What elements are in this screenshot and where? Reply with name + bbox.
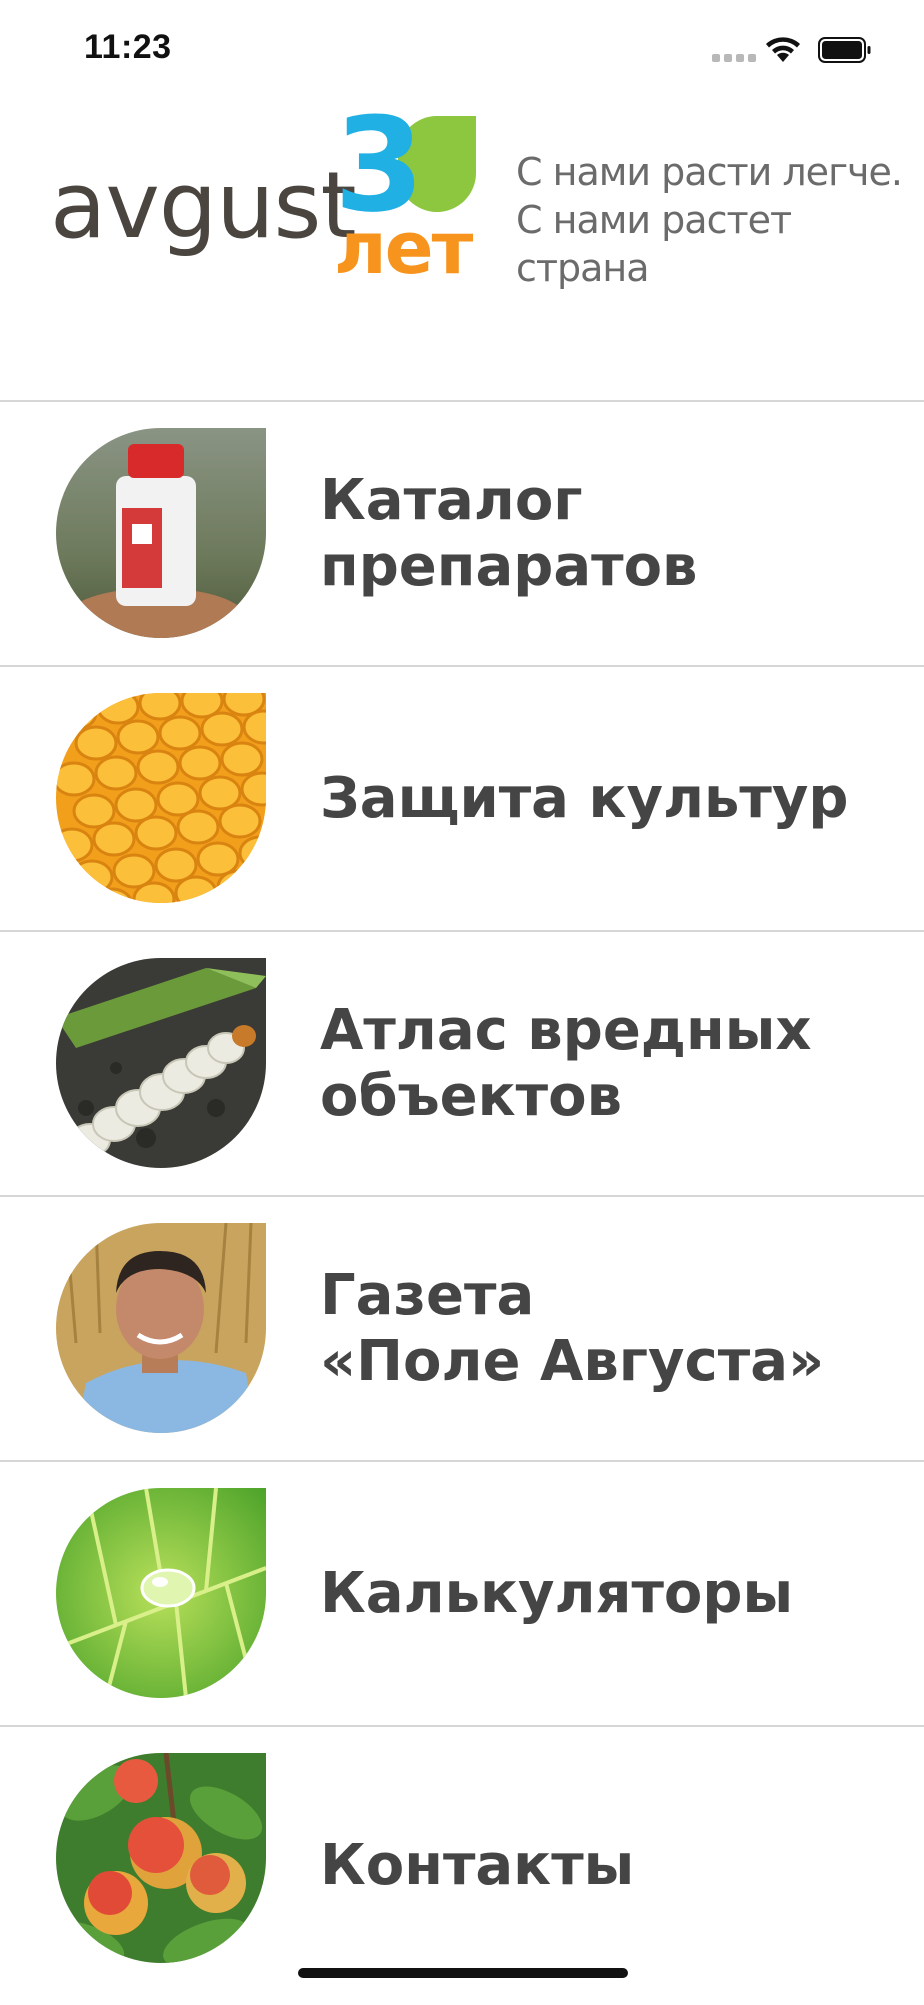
man-in-field-image [56,1223,266,1433]
status-time: 11:23 [84,28,172,66]
menu-item-label: Каталог препаратов [320,467,698,599]
app-header-logo: avgust 3 лет С нами расти легче. С нами … [0,100,924,400]
status-bar: 11:23 [0,0,924,100]
menu-item-label-line-1: Атлас вредных [320,997,812,1063]
larva-image [56,958,266,1168]
menu-item-calculators[interactable]: Калькуляторы [0,1460,924,1725]
slogan-line-2: С нами растет страна [516,198,792,290]
menu-item-pest-atlas[interactable]: Атлас вредных объектов [0,930,924,1195]
menu-item-label: Защита культур [320,765,849,831]
menu-item-catalog[interactable]: Каталог препаратов [0,400,924,665]
menu-item-newspaper[interactable]: Газета «Поле Августа» [0,1195,924,1460]
menu-item-label: Калькуляторы [320,1560,794,1626]
slogan: С нами расти легче. С нами растет страна [516,148,924,292]
menu-item-crop-protection[interactable]: Защита культур [0,665,924,930]
leaf-droplet-image [56,1488,266,1698]
brand-logo-text: avgust [50,152,357,259]
corn-cob-image [56,693,266,903]
apples-image [56,1753,266,1963]
anniversary-word: лет [334,206,473,290]
cellular-signal-icon [712,54,756,62]
slogan-line-1: С нами расти легче. [516,150,903,194]
wifi-icon [766,37,800,62]
menu-item-label-line-1: Газета [320,1262,535,1328]
menu-item-label-line-2: объектов [320,1063,623,1129]
product-bottle-image [56,428,266,638]
battery-icon [818,37,871,63]
menu-item-contacts[interactable]: Контакты [0,1725,924,2005]
menu-item-label: Контакты [320,1833,635,1898]
main-menu: Каталог препаратов Защита культур Атлас … [0,400,924,2005]
menu-item-label-line-2: «Поле Августа» [320,1328,825,1394]
home-indicator[interactable] [298,1968,628,1978]
